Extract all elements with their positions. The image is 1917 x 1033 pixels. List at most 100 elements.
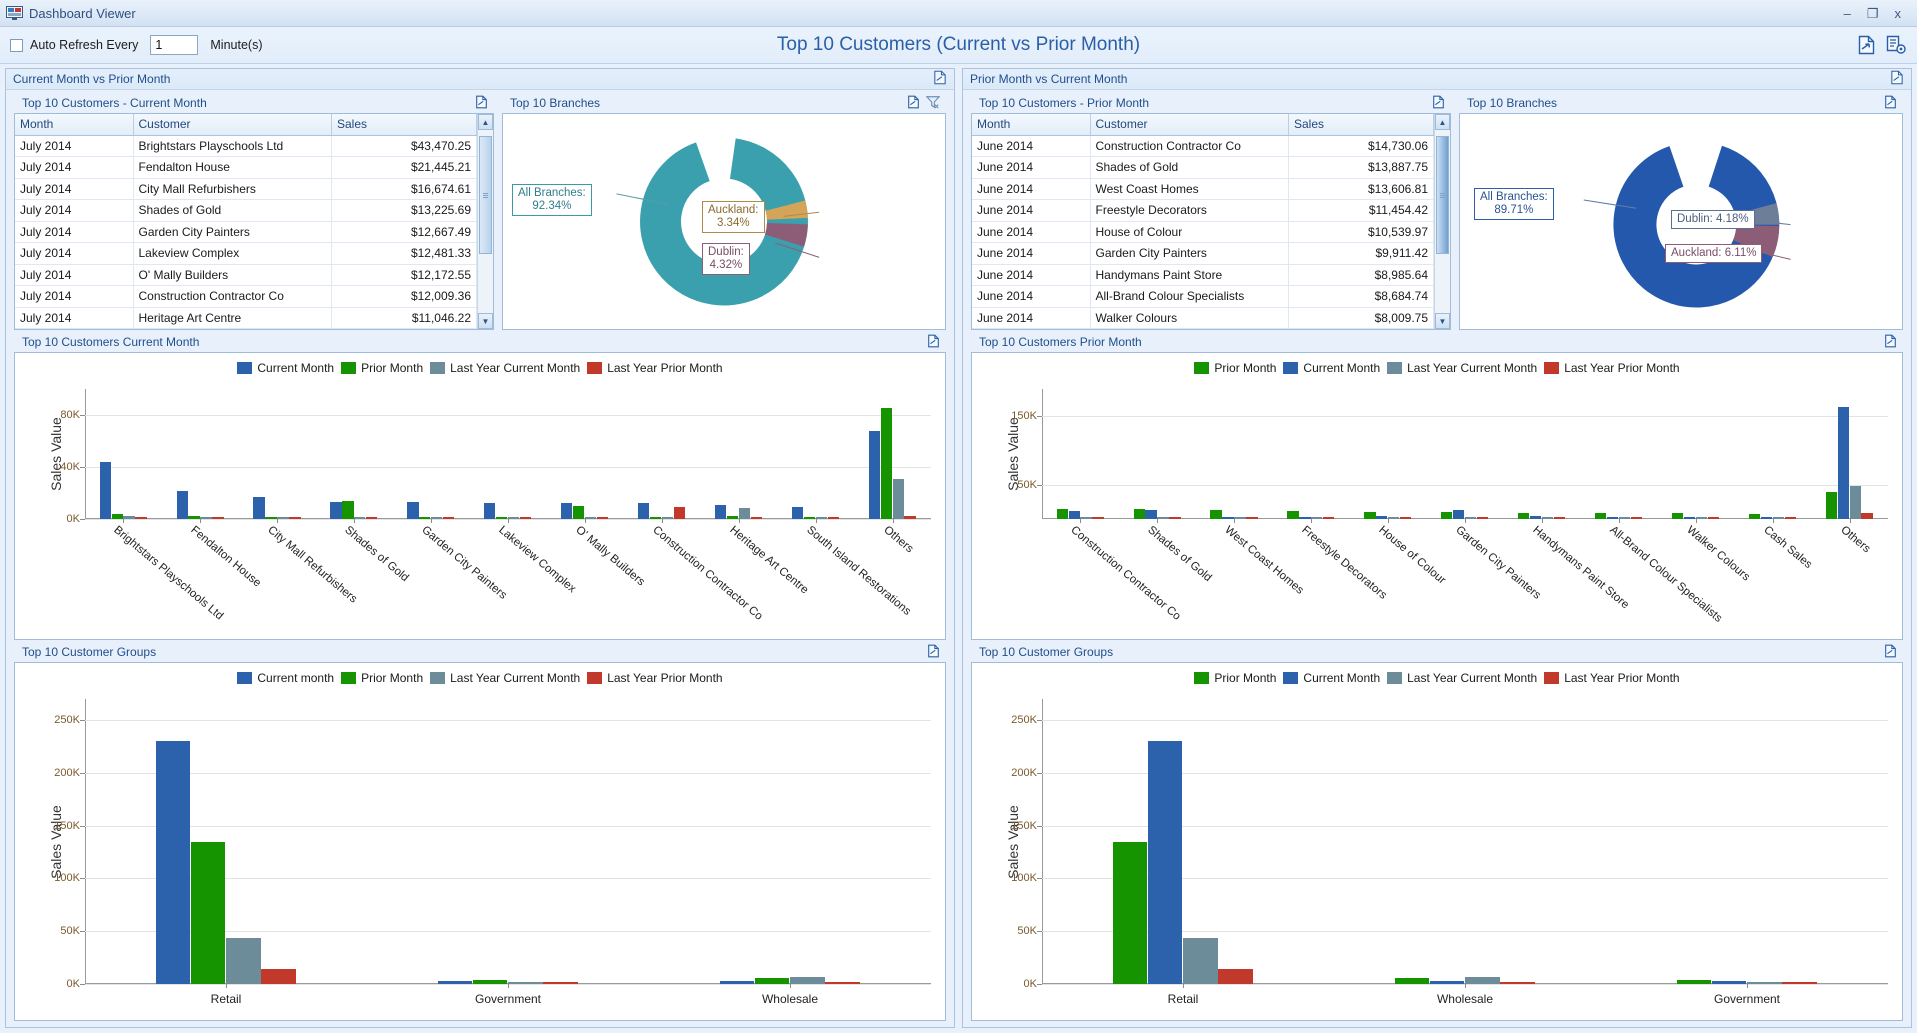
bar[interactable] bbox=[880, 408, 892, 519]
bar[interactable] bbox=[673, 506, 686, 519]
legend-entry[interactable]: Last Year Current Month bbox=[1387, 671, 1537, 685]
bar[interactable] bbox=[1287, 511, 1299, 519]
bar[interactable] bbox=[1861, 512, 1873, 519]
table-row[interactable]: July 2014 Shades of Gold $13,225.69 bbox=[15, 199, 477, 222]
bar[interactable] bbox=[584, 517, 597, 519]
bar[interactable] bbox=[1112, 841, 1148, 984]
bar[interactable] bbox=[342, 500, 354, 519]
bar[interactable] bbox=[330, 501, 342, 519]
table-row[interactable]: June 2014 Construction Contractor Co $14,7… bbox=[972, 135, 1434, 157]
bar[interactable] bbox=[892, 478, 904, 519]
donut-chart-branches-right[interactable]: All Branches: 89.71% Dublin: 4.18% Auckl… bbox=[1460, 114, 1902, 329]
bar[interactable] bbox=[1169, 517, 1181, 519]
legend-entry[interactable]: Current month bbox=[237, 671, 334, 685]
bar[interactable] bbox=[719, 981, 755, 984]
bar[interactable] bbox=[1376, 516, 1388, 519]
bar[interactable] bbox=[1056, 508, 1068, 519]
bar[interactable] bbox=[1323, 517, 1335, 519]
bar[interactable] bbox=[868, 430, 881, 519]
bar-chart-left-groups[interactable]: Current month Prior Month Last Year Curren… bbox=[15, 663, 945, 1020]
bar[interactable] bbox=[407, 502, 419, 519]
legend-entry[interactable]: Last Year Prior Month bbox=[587, 671, 723, 685]
refresh-interval-input[interactable] bbox=[150, 35, 199, 55]
bar[interactable] bbox=[1476, 517, 1489, 519]
scroll-up-arrow[interactable]: ▲ bbox=[1435, 114, 1450, 130]
bar[interactable] bbox=[1676, 980, 1712, 984]
legend-entry[interactable]: Last Year Prior Month bbox=[587, 361, 723, 375]
bar[interactable] bbox=[508, 517, 520, 519]
bar[interactable] bbox=[1147, 741, 1183, 984]
bar[interactable] bbox=[437, 980, 473, 984]
clear-filter-icon[interactable] bbox=[925, 95, 941, 112]
bar[interactable] bbox=[815, 517, 827, 519]
bar[interactable] bbox=[261, 969, 296, 984]
bar[interactable] bbox=[1606, 516, 1619, 519]
auto-refresh-checkbox[interactable] bbox=[10, 38, 23, 52]
table-row[interactable]: June 2014 Freestyle Decorators $11,454.42 bbox=[972, 199, 1434, 222]
bar[interactable] bbox=[1671, 513, 1684, 519]
legend-entry[interactable]: Last Year Prior Month bbox=[1544, 671, 1680, 685]
scroll-thumb[interactable] bbox=[1436, 136, 1449, 254]
expand-panel-icon[interactable] bbox=[1890, 70, 1904, 88]
legend-entry[interactable]: Last Year Current Month bbox=[430, 361, 580, 375]
column-header-customer[interactable]: Customer bbox=[1090, 114, 1289, 136]
legend-entry[interactable]: Prior Month bbox=[1194, 361, 1276, 375]
expand-panel-icon[interactable] bbox=[1432, 95, 1445, 112]
legend-entry[interactable]: Prior Month bbox=[1194, 671, 1276, 685]
bar[interactable] bbox=[543, 982, 578, 984]
bar[interactable] bbox=[1222, 516, 1234, 519]
bar[interactable] bbox=[1553, 517, 1566, 519]
bar[interactable] bbox=[212, 517, 224, 519]
table-row[interactable]: June 2014 Garden City Painters $9,911.42 bbox=[972, 242, 1434, 265]
bar[interactable] bbox=[1760, 516, 1773, 519]
bar[interactable] bbox=[791, 506, 804, 519]
bar[interactable] bbox=[419, 517, 431, 519]
scroll-down-arrow[interactable]: ▼ bbox=[478, 313, 493, 329]
bar[interactable] bbox=[827, 517, 839, 519]
bar[interactable] bbox=[1825, 492, 1838, 519]
bar[interactable] bbox=[649, 517, 662, 519]
bar[interactable] bbox=[1068, 510, 1080, 519]
auto-refresh-group[interactable]: Auto Refresh Every bbox=[10, 38, 138, 52]
bar[interactable] bbox=[1234, 517, 1246, 519]
bar[interactable] bbox=[431, 517, 443, 519]
bar[interactable] bbox=[277, 517, 289, 519]
bar[interactable] bbox=[519, 517, 532, 519]
bar[interactable] bbox=[1388, 517, 1400, 519]
bar[interactable] bbox=[1400, 517, 1412, 519]
bar-chart-left-customers[interactable]: Current Month Prior Month Last Year Curren… bbox=[15, 353, 945, 639]
bar[interactable] bbox=[99, 462, 111, 519]
table-row[interactable]: July 2014 Fendalton House $21,445.21 bbox=[15, 156, 477, 179]
bar[interactable] bbox=[289, 517, 301, 519]
legend-entry[interactable]: Last Year Current Month bbox=[430, 671, 580, 685]
bar[interactable] bbox=[1782, 982, 1817, 984]
bar[interactable] bbox=[508, 981, 543, 984]
bar[interactable] bbox=[484, 502, 496, 519]
column-header-month[interactable]: Month bbox=[15, 114, 134, 136]
maximize-button[interactable]: ❐ bbox=[1867, 7, 1879, 20]
minimize-button[interactable]: – bbox=[1844, 7, 1851, 20]
bar[interactable] bbox=[366, 517, 378, 519]
table-row[interactable]: June 2014 Shades of Gold $13,887.75 bbox=[972, 156, 1434, 179]
table-row[interactable]: June 2014 West Coast Homes $13,606.81 bbox=[972, 178, 1434, 200]
table-vertical-scrollbar[interactable]: ▲ ▼ bbox=[477, 114, 493, 329]
bar[interactable] bbox=[637, 503, 650, 519]
table-row[interactable]: June 2014 Walker Colours $8,009.75 bbox=[972, 307, 1434, 329]
legend-entry[interactable]: Current Month bbox=[237, 361, 334, 375]
bar[interactable] bbox=[1683, 516, 1696, 519]
bar[interactable] bbox=[188, 515, 200, 519]
bar[interactable] bbox=[1246, 517, 1258, 519]
bar[interactable] bbox=[1311, 517, 1323, 519]
legend-entry[interactable]: Last Year Prior Month bbox=[1544, 361, 1680, 375]
bar[interactable] bbox=[1500, 982, 1535, 984]
bar[interactable] bbox=[155, 741, 191, 984]
table-row[interactable]: June 2014 Handymans Paint Store $8,985.64 bbox=[972, 264, 1434, 286]
table-row[interactable]: July 2014 Construction Contractor Co $12,0… bbox=[15, 285, 477, 308]
column-header-month[interactable]: Month bbox=[972, 114, 1091, 136]
bar[interactable] bbox=[803, 516, 816, 519]
bar[interactable] bbox=[1594, 512, 1607, 519]
expand-panel-icon[interactable] bbox=[475, 95, 488, 112]
bar[interactable] bbox=[572, 506, 585, 519]
bar[interactable] bbox=[1747, 981, 1782, 984]
table-row[interactable]: July 2014 Lakeview Complex $12,481.33 bbox=[15, 242, 477, 265]
